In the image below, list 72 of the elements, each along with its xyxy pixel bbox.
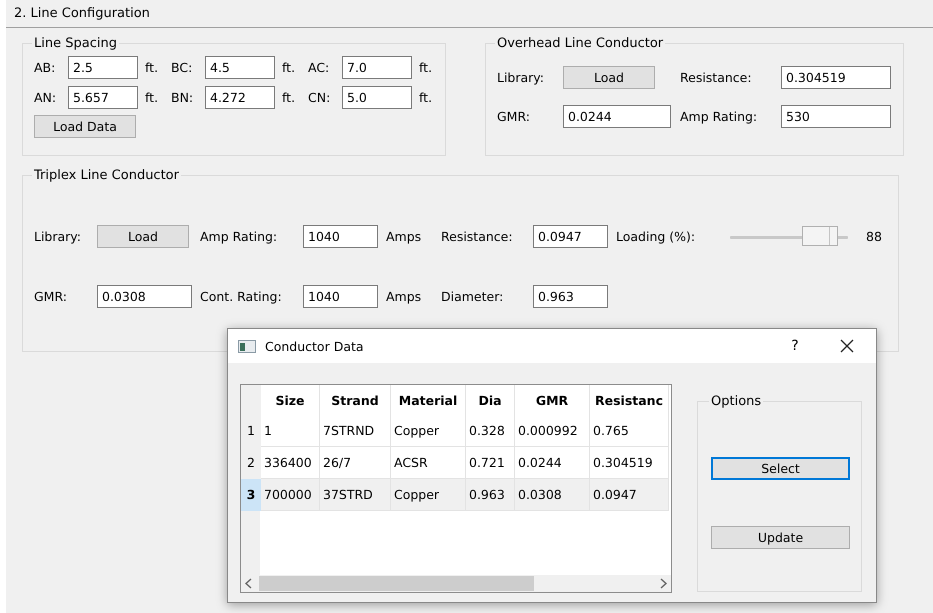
input-field[interactable]: 5.657 bbox=[68, 86, 138, 109]
unit-label: ft. bbox=[144, 90, 160, 105]
group-title: Triplex Line Conductor bbox=[33, 168, 180, 183]
column-header[interactable]: Strand bbox=[320, 385, 390, 415]
input-field[interactable]: 0.0308 bbox=[97, 285, 192, 308]
unit-label: ft. bbox=[281, 60, 296, 75]
column-header[interactable]: GMR bbox=[514, 385, 590, 415]
load-button[interactable]: Load bbox=[563, 66, 655, 89]
field-label: AC: bbox=[308, 60, 330, 75]
horizontal-scrollbar[interactable] bbox=[241, 575, 671, 592]
input-field[interactable]: 4.272 bbox=[205, 86, 275, 109]
field-label: Cont. Rating: bbox=[200, 289, 282, 304]
column-header[interactable]: Resistanc bbox=[590, 385, 668, 415]
input-field[interactable]: 530 bbox=[781, 105, 891, 128]
field-label: BC: bbox=[171, 60, 194, 75]
field-label: Library: bbox=[497, 70, 544, 85]
load-data-button[interactable]: Load Data bbox=[34, 115, 136, 138]
field-label: Loading (%): bbox=[616, 229, 696, 244]
field-label: Resistance: bbox=[441, 229, 513, 244]
field-label: Amp Rating: bbox=[200, 229, 278, 244]
row-number[interactable]: 3 bbox=[241, 478, 261, 510]
field-label: Diameter: bbox=[441, 289, 504, 304]
dialog-button[interactable]: Update bbox=[711, 526, 850, 549]
scrollbar-thumb[interactable] bbox=[259, 576, 534, 591]
field-label: CN: bbox=[308, 90, 332, 105]
input-field[interactable]: 0.0947 bbox=[533, 225, 608, 248]
close-icon[interactable] bbox=[840, 339, 854, 353]
table-cell: 0.0947 bbox=[590, 478, 668, 510]
field-label: AN: bbox=[34, 90, 58, 105]
load-button[interactable]: Load bbox=[97, 225, 189, 248]
input-field[interactable]: 0.304519 bbox=[781, 66, 891, 89]
field-label: Library: bbox=[34, 229, 82, 244]
input-field[interactable]: 0.963 bbox=[533, 285, 608, 308]
input-field[interactable]: 1040 bbox=[303, 225, 378, 248]
field-label: Amps bbox=[386, 289, 422, 304]
table-cell: Copper bbox=[390, 478, 466, 510]
field-label: Amp Rating: bbox=[680, 109, 758, 124]
table-cell: 0.0308 bbox=[514, 478, 590, 510]
table-cell: 0.963 bbox=[466, 478, 514, 510]
input-field[interactable]: 2.5 bbox=[68, 56, 138, 79]
input-field[interactable]: 4.5 bbox=[205, 56, 275, 79]
table-cell: 700000 bbox=[261, 478, 320, 510]
input-field[interactable]: 5.0 bbox=[342, 86, 412, 109]
field-label: BN: bbox=[171, 90, 194, 105]
unit-label: ft. bbox=[418, 90, 434, 105]
field-label: GMR: bbox=[497, 109, 530, 124]
unit-label: ft. bbox=[418, 60, 434, 75]
section-title: 2. Line Configuration bbox=[14, 6, 150, 21]
field-label: Resistance: bbox=[680, 70, 752, 85]
field-label: 88 bbox=[866, 229, 882, 244]
input-field[interactable]: 1040 bbox=[303, 285, 378, 308]
slider-thumb[interactable] bbox=[802, 226, 838, 246]
field-label: AB: bbox=[34, 60, 56, 75]
help-button[interactable]: ? bbox=[769, 338, 821, 354]
table-cell: 37STRD bbox=[320, 478, 390, 510]
group-title: Options bbox=[710, 394, 762, 409]
dialog-title: Conductor Data bbox=[265, 338, 365, 354]
input-field[interactable]: 7.0 bbox=[342, 56, 412, 79]
unit-label: ft. bbox=[281, 90, 296, 105]
field-label: GMR: bbox=[34, 289, 67, 304]
unit-label: ft. bbox=[144, 60, 160, 75]
column-header[interactable]: Size bbox=[261, 385, 320, 415]
loading-slider[interactable] bbox=[730, 226, 848, 248]
group-title: Overhead Line Conductor bbox=[496, 36, 664, 51]
table-row[interactable]: 3 700000 37STRD Copper 0.963 0.0308 0.0947 bbox=[241, 478, 668, 510]
window-icon bbox=[238, 340, 256, 352]
group-title: Line Spacing bbox=[33, 36, 118, 51]
input-field[interactable]: 0.0244 bbox=[563, 105, 671, 128]
column-header[interactable]: Material bbox=[390, 385, 466, 415]
column-header[interactable]: Dia bbox=[466, 385, 514, 415]
field-label: Amps bbox=[386, 229, 422, 244]
dialog-button[interactable]: Select bbox=[711, 457, 850, 480]
